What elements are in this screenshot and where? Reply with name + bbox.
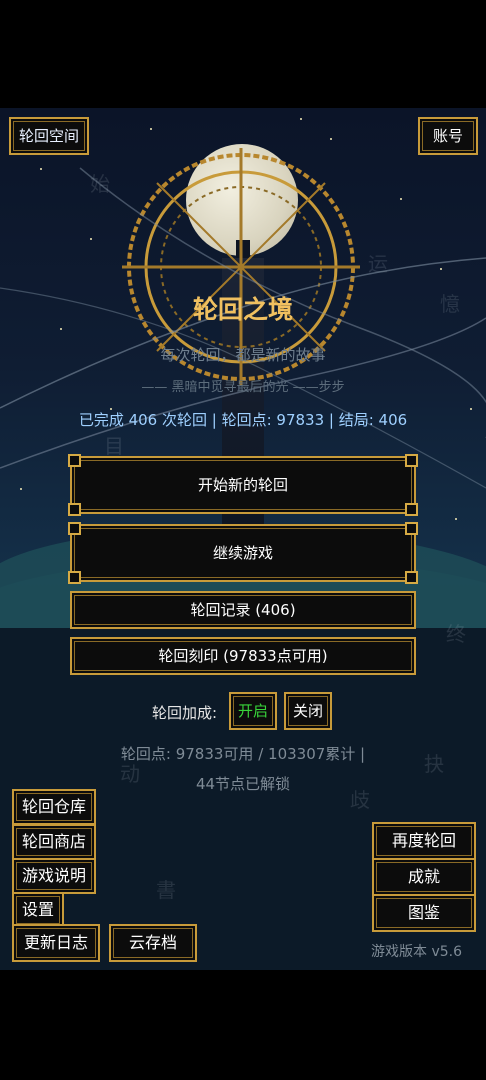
bonus-label: 轮回加成: [152,704,218,722]
achievements-label: 成就 [407,867,440,886]
reincarnate-again-button[interactable]: 再度轮回 [372,822,476,860]
warehouse-button[interactable]: 轮回仓库 [12,789,96,825]
points-summary: 轮回点: 97833可用 / 103307累计 | [120,745,366,763]
bonus-on-label: 开启 [237,702,268,720]
stats-line: 已完成 406 次轮回 | 轮回点: 97833 | 结局: 406 [78,411,408,429]
guide-button[interactable]: 游戏说明 [12,858,96,894]
bonus-on-button[interactable]: 开启 [229,692,277,730]
codex-button[interactable]: 图鉴 [372,894,476,932]
game-subtitle: 每次轮回，都是新的故事 [160,346,326,364]
reincarnation-space-label: 轮回空间 [18,127,79,145]
watermark-char: 書 [156,878,176,902]
settings-button[interactable]: 设置 [12,892,64,928]
version-label: 游戏版本 v5.6 [371,944,462,960]
bonus-off-label: 关闭 [292,702,323,720]
game-title: 轮回之境 [192,295,293,324]
cloud-save-button[interactable]: 云存档 [109,924,197,962]
achievements-button[interactable]: 成就 [372,858,476,896]
records-button[interactable]: 轮回记录 (406) [70,591,416,629]
guide-label: 游戏说明 [21,866,86,885]
watermark-char: 运 [368,252,388,276]
reincarnate-again-label: 再度轮回 [391,831,456,850]
bonus-off-button[interactable]: 关闭 [284,692,332,730]
game-tagline: —— 黑暗中觅寻最后的光 ——步步 [0,376,486,395]
tagline-mid: 黑暗中觅寻最后的光 [171,380,289,395]
tagline-left: —— [141,380,168,395]
codex-label: 图鉴 [407,903,440,922]
watermark-char: 始 [90,172,110,196]
tagline-right: ——步步 [292,380,345,395]
account-button[interactable]: 账号 [418,117,478,155]
warehouse-label: 轮回仓库 [21,797,86,816]
cloud-save-label: 云存档 [128,933,177,952]
settings-label: 设置 [21,900,54,919]
changelog-label: 更新日志 [23,933,88,952]
account-label: 账号 [432,127,463,145]
changelog-button[interactable]: 更新日志 [12,924,100,962]
new-run-label: 开始新的轮回 [197,476,288,494]
watermark-char: 目 [104,434,124,458]
shop-label: 轮回商店 [21,832,86,851]
continue-label: 继续游戏 [212,544,273,562]
continue-button[interactable]: 继续游戏 [68,522,418,584]
watermark-char: 终 [446,622,466,646]
imprint-button[interactable]: 轮回刻印 (97833点可用) [70,637,416,675]
records-label: 轮回记录 (406) [190,601,296,619]
shop-button[interactable]: 轮回商店 [12,824,96,860]
new-run-button[interactable]: 开始新的轮回 [68,454,418,516]
reincarnation-space-button[interactable]: 轮回空间 [9,117,89,155]
imprint-label: 轮回刻印 (97833点可用) [158,647,328,665]
